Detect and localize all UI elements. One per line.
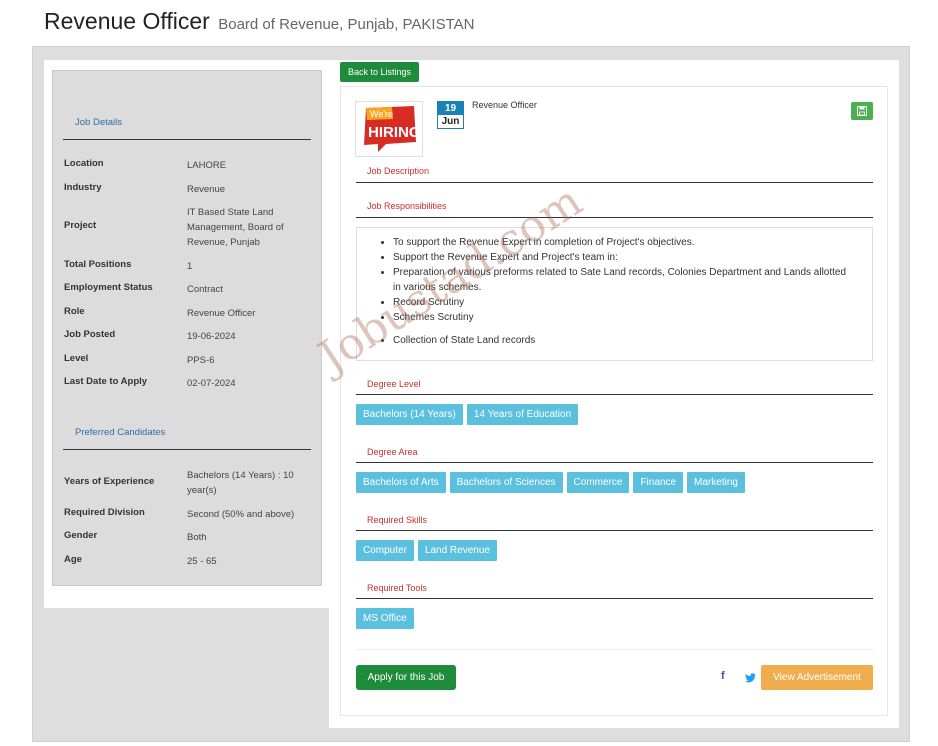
main-wrapper: Back to Listings We're HIRING 19 Jun Rev… [329, 60, 899, 728]
facebook-icon[interactable]: f [721, 670, 725, 682]
job-responsibilities-heading: Job Responsibilities [367, 201, 447, 211]
tag-degree-area: Marketing [687, 472, 745, 493]
tag-degree-area: Bachelors of Sciences [449, 472, 563, 493]
detail-value: Revenue Officer [187, 308, 256, 319]
job-details-divider [63, 139, 311, 140]
detail-value: Contract [187, 284, 223, 295]
list-item: To support the Revenue Expert in complet… [393, 235, 853, 250]
detail-label: Age [64, 554, 82, 565]
job-responsibilities-divider [356, 217, 873, 218]
tag-skill: Land Revenue [417, 540, 497, 561]
tag-degree-area: Finance [633, 472, 684, 493]
detail-value: LAHORE [187, 160, 227, 171]
detail-label: Total Positions [64, 259, 132, 270]
required-tools-divider [356, 598, 873, 599]
job-name: Revenue Officer [472, 100, 537, 110]
detail-value: 19-06-2024 [187, 331, 236, 342]
detail-value: Second (50% and above) [187, 509, 295, 520]
floppy-disk-icon [857, 106, 867, 116]
job-details-heading: Job Details [75, 117, 122, 128]
post-date-badge: 19 Jun [437, 101, 464, 129]
detail-value: 25 - 65 [187, 556, 217, 567]
detail-label: Years of Experience [64, 476, 155, 487]
tag-degree-area: Bachelors of Arts [356, 472, 446, 493]
list-item: Support the Revenue Expert and Project's… [393, 250, 853, 265]
job-description-heading: Job Description [367, 166, 430, 176]
tag-degree-level: 14 Years of Education [466, 404, 579, 425]
page-title: Revenue Officer [44, 8, 210, 34]
job-details-panel: Job Details Location LAHORE Industry Rev… [52, 70, 322, 586]
twitter-bird-graphic [745, 673, 756, 683]
list-item: Collection of State Land records [393, 333, 853, 348]
required-tools-tags: MS Office [356, 608, 414, 629]
tag-degree-area: Commerce [566, 472, 630, 493]
page-subtitle: Board of Revenue, Punjab, PAKISTAN [218, 16, 475, 33]
degree-area-heading: Degree Area [367, 447, 418, 457]
detail-label: Industry [64, 182, 102, 193]
detail-value: Both [187, 532, 207, 543]
detail-value: Revenue [187, 184, 226, 195]
preferred-candidates-heading: Preferred Candidates [75, 427, 166, 438]
degree-area-divider [356, 462, 873, 463]
twitter-icon[interactable] [745, 670, 756, 688]
detail-label: Required Division [64, 507, 145, 518]
post-date-month: Jun [438, 115, 463, 128]
detail-label: Level [64, 353, 89, 364]
logo-text-top: We're [370, 109, 393, 119]
required-skills-tags: Computer Land Revenue [356, 540, 497, 561]
hiring-logo-graphic: We're HIRING [364, 106, 421, 152]
job-description-divider [356, 182, 873, 183]
detail-label: Role [64, 306, 85, 317]
degree-level-heading: Degree Level [367, 379, 421, 389]
detail-label: Gender [64, 530, 98, 541]
save-button[interactable] [851, 102, 873, 120]
degree-level-tags: Bachelors (14 Years) 14 Years of Educati… [356, 404, 579, 425]
footer-divider [356, 649, 873, 650]
degree-level-divider [356, 394, 873, 395]
list-item: Record Scrutiny [393, 295, 853, 310]
detail-value: 02-07-2024 [187, 378, 236, 389]
detail-value: Bachelors (14 Years) : 10 year(s) [187, 470, 294, 496]
detail-value: PPS-6 [187, 355, 215, 366]
required-skills-divider [356, 530, 873, 531]
list-item: Schemes Scrutiny [393, 310, 853, 325]
tag-skill: Computer [356, 540, 414, 561]
post-date-day: 19 [438, 102, 463, 115]
tag-degree-level: Bachelors (14 Years) [356, 404, 463, 425]
content-area: Job Details Location LAHORE Industry Rev… [32, 46, 910, 742]
tag-tool: MS Office [356, 608, 414, 629]
detail-value: 1 [187, 261, 193, 272]
responsibilities-box: To support the Revenue Expert in complet… [356, 227, 873, 361]
detail-label: Location [64, 158, 104, 169]
logo-text-main: HIRING [368, 124, 421, 141]
apply-button[interactable]: Apply for this Job [356, 665, 456, 690]
detail-label: Project [64, 220, 97, 231]
list-item: Preparation of various preforms related … [393, 265, 853, 295]
responsibilities-list: To support the Revenue Expert in complet… [393, 235, 853, 348]
detail-value: IT Based State Land Management, Board of… [187, 207, 284, 248]
detail-label: Job Posted [64, 329, 116, 340]
view-advertisement-button[interactable]: View Advertisement [761, 665, 873, 690]
job-card: We're HIRING 19 Jun Revenue Officer Job … [340, 86, 888, 716]
required-skills-heading: Required Skills [367, 515, 428, 525]
preferred-divider [63, 449, 311, 450]
degree-area-tags: Bachelors of Arts Bachelors of Sciences … [356, 472, 745, 493]
detail-label: Employment Status [64, 282, 153, 293]
company-logo: We're HIRING [355, 101, 423, 157]
back-to-listings-button[interactable]: Back to Listings [340, 62, 420, 82]
page-header: Revenue Officer Board of Revenue, Punjab… [44, 8, 475, 35]
detail-label: Last Date to Apply [64, 376, 148, 387]
sidebar-wrapper: Job Details Location LAHORE Industry Rev… [44, 60, 330, 608]
required-tools-heading: Required Tools [367, 583, 427, 593]
